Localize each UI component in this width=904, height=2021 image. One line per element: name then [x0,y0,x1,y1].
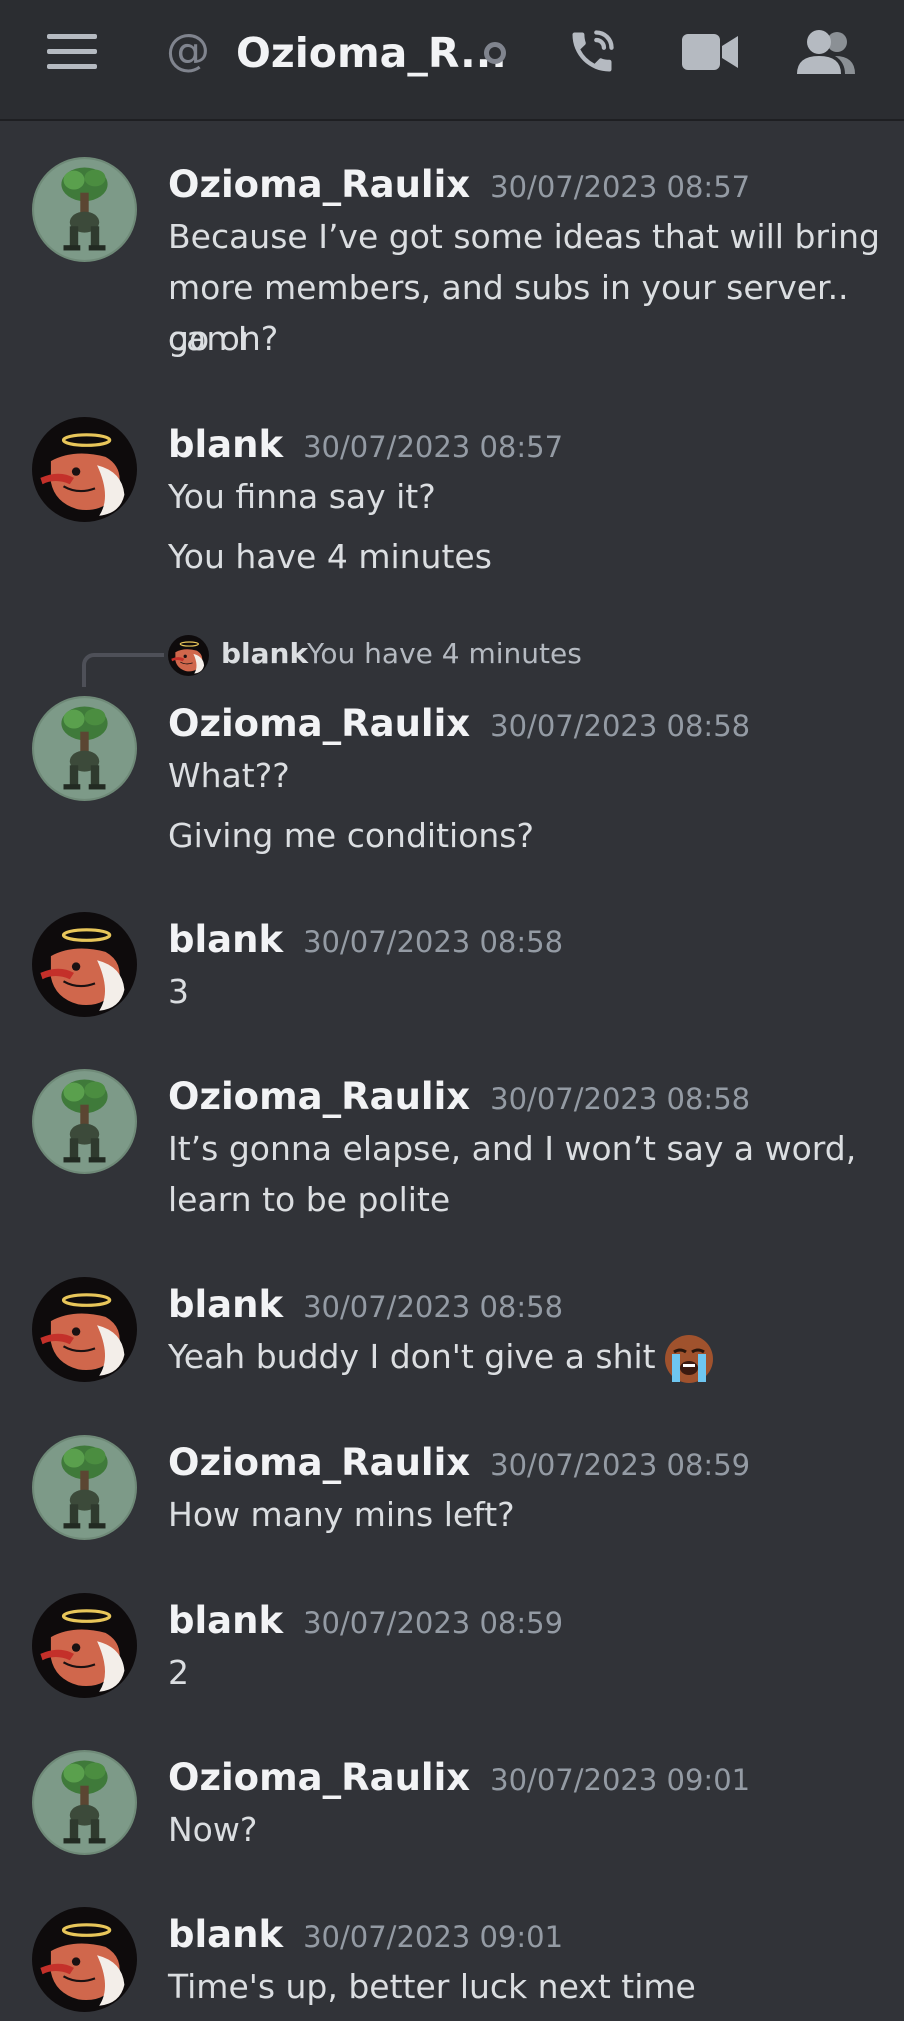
video-call-icon[interactable] [680,24,740,80]
channel-header: @ Ozioma_R... [0,0,904,121]
reply-avatar [168,635,209,676]
members-icon[interactable] [796,24,856,80]
message-text: go on? [168,319,279,358]
avatar[interactable] [32,417,137,522]
message-text: How many mins left? [168,1495,515,1534]
timestamp: 30/07/2023 09:01 [303,1920,564,1954]
username[interactable]: blank [168,1599,283,1642]
reply-text[interactable]: You have 4 minutes [307,633,582,675]
username[interactable]: Ozioma_Raulix [168,1756,470,1799]
message-text: You have 4 minutes [168,537,492,576]
message-header: blank 30/07/2023 08:57 [168,421,563,471]
channel-title[interactable]: Ozioma_R... [236,25,507,81]
avatar[interactable] [32,1069,137,1174]
timestamp: 30/07/2023 08:59 [303,1606,564,1640]
timestamp: 30/07/2023 08:58 [490,709,751,743]
timestamp: 30/07/2023 08:59 [490,1448,751,1482]
username[interactable]: blank [168,1913,283,1956]
message-text: learn to be polite [168,1180,451,1219]
reply-preview[interactable]: blank You have 4 minutes [0,627,904,687]
username[interactable]: Ozioma_Raulix [168,1441,470,1484]
message-header: Ozioma_Raulix 30/07/2023 09:01 [168,1754,750,1804]
avatar[interactable] [32,1593,137,1698]
message-text-row: Yeah buddy I don't give a shit [168,1331,880,1386]
message-text: Giving me conditions? [168,816,535,855]
message-text: 3 [168,972,189,1011]
avatar[interactable] [32,696,137,801]
message-header: Ozioma_Raulix 30/07/2023 08:59 [168,1439,750,1489]
timestamp: 30/07/2023 09:01 [490,1763,751,1797]
at-sign-icon: @ [166,25,210,76]
hamburger-menu-icon[interactable] [42,24,102,80]
message-header: Ozioma_Raulix 30/07/2023 08:58 [168,700,750,750]
username[interactable]: blank [168,1283,283,1326]
message-header: blank 30/07/2023 08:58 [168,916,563,966]
avatar[interactable] [32,1435,137,1540]
username[interactable]: blank [168,423,283,466]
timestamp: 30/07/2023 08:58 [490,1082,751,1116]
username[interactable]: blank [168,918,283,961]
timestamp: 30/07/2023 08:58 [303,1290,564,1324]
avatar[interactable] [32,1750,137,1855]
avatar[interactable] [32,912,137,1017]
message-text: 2 [168,1653,189,1692]
timestamp: 30/07/2023 08:57 [490,170,751,204]
message-header: Ozioma_Raulix 30/07/2023 08:58 [168,1073,750,1123]
message-text: Yeah buddy I don't give a shit [168,1337,656,1376]
message-header: Ozioma_Raulix 30/07/2023 08:57 [168,161,750,211]
message-header: blank 30/07/2023 09:01 [168,1911,563,1961]
status-offline-icon [484,42,506,64]
message-text: What?? [168,756,290,795]
username[interactable]: Ozioma_Raulix [168,702,470,745]
avatar[interactable] [32,157,137,262]
username[interactable]: Ozioma_Raulix [168,163,470,206]
timestamp: 30/07/2023 08:58 [303,925,564,959]
message-text: Time's up, better luck next time [168,1967,696,2006]
message-text: It’s gonna elapse, and I won’t say a wor… [168,1129,857,1168]
avatar[interactable] [32,1277,137,1382]
message-header: blank 30/07/2023 08:58 [168,1281,563,1331]
message-text: Because I’ve got some ideas that will br… [168,217,880,256]
username[interactable]: Ozioma_Raulix [168,1075,470,1118]
message-text: You finna say it? [168,477,436,516]
reply-spine [82,653,164,687]
avatar[interactable] [32,1907,137,2012]
message-text: Now? [168,1810,258,1849]
message-header: blank 30/07/2023 08:59 [168,1597,563,1647]
loudly-crying-face-emoji[interactable] [662,1332,716,1386]
phone-call-icon[interactable] [562,24,622,80]
reply-author[interactable]: blank [221,633,308,675]
timestamp: 30/07/2023 08:57 [303,430,564,464]
